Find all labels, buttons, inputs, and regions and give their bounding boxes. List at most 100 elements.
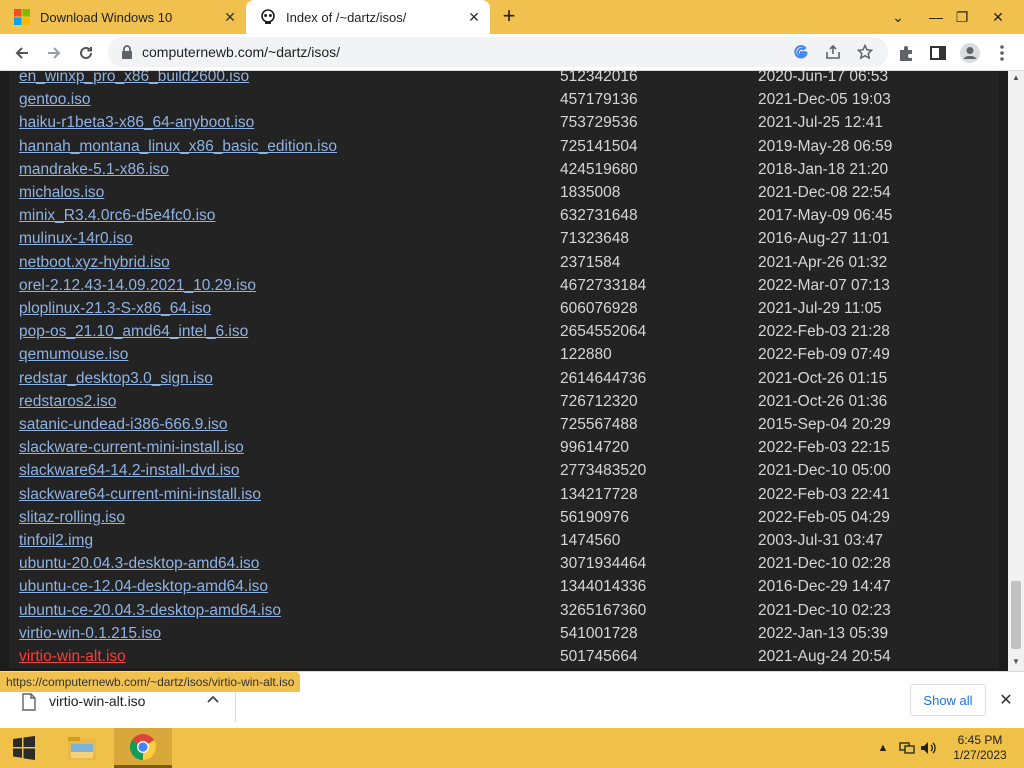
file-link[interactable]: qemumouse.iso bbox=[19, 346, 128, 364]
file-listing: en_winxp_pro_x86_build2600.iso 512342016 2… bbox=[9, 71, 999, 668]
file-date: 2021-Oct-26 01:36 bbox=[758, 392, 888, 410]
file-date: 2021-Aug-24 20:54 bbox=[758, 648, 891, 665]
scrollbar-thumb[interactable] bbox=[1011, 581, 1021, 649]
file-size: 3071934464 bbox=[560, 555, 647, 573]
chrome-taskbar-button[interactable] bbox=[114, 728, 172, 768]
address-bar[interactable]: computernewb.com/~dartz/isos/ bbox=[108, 37, 888, 67]
file-size: 606076928 bbox=[560, 300, 638, 317]
menu-button[interactable] bbox=[988, 39, 1016, 67]
close-tab-icon[interactable]: ✕ bbox=[220, 7, 240, 27]
file-link[interactable]: ubuntu-ce-12.04-desktop-amd64.iso bbox=[19, 578, 268, 596]
file-link[interactable]: hannah_montana_linux_x86_basic_edition.i… bbox=[19, 138, 337, 156]
file-size: 2654552064 bbox=[560, 323, 647, 341]
start-button[interactable] bbox=[0, 728, 48, 768]
file-size: 1474560 bbox=[560, 532, 621, 549]
file-link[interactable]: ubuntu-20.04.3-desktop-amd64.iso bbox=[19, 555, 259, 573]
back-button[interactable] bbox=[8, 39, 36, 67]
listing-row: ubuntu-ce-20.04.3-desktop-amd64.iso 32651… bbox=[9, 602, 999, 625]
file-link[interactable]: ubuntu-ce-20.04.3-desktop-amd64.iso bbox=[19, 602, 281, 620]
tab-title: Download Windows 10 bbox=[40, 9, 173, 25]
listing-row: netboot.xyz-hybrid.iso 2371584 2021-Apr-26… bbox=[9, 254, 999, 277]
file-size: 512342016 bbox=[560, 71, 638, 85]
file-size: 541001728 bbox=[560, 624, 638, 642]
file-link[interactable]: slackware64-14.2-install-dvd.iso bbox=[19, 462, 240, 480]
file-link[interactable]: virtio-win-0.1.215.iso bbox=[19, 625, 161, 643]
side-panel-button[interactable] bbox=[924, 39, 952, 67]
listing-row: ploplinux-21.3-S-x86_64.iso 606076928 2021… bbox=[9, 300, 999, 323]
scroll-up-arrow-icon[interactable]: ▲ bbox=[1008, 71, 1024, 85]
reload-icon bbox=[80, 46, 92, 59]
lock-icon[interactable] bbox=[120, 44, 134, 60]
file-link[interactable]: minix_R3.4.0rc6-d5e4fc0.iso bbox=[19, 207, 215, 225]
file-link[interactable]: haiku-r1beta3-x86_64-anyboot.iso bbox=[19, 114, 254, 132]
file-date: 2021-Dec-05 19:03 bbox=[758, 91, 891, 109]
file-link[interactable]: ploplinux-21.3-S-x86_64.iso bbox=[19, 300, 211, 318]
file-size: 99614720 bbox=[560, 439, 629, 457]
show-all-downloads-button[interactable]: Show all bbox=[910, 684, 986, 716]
google-lens-icon[interactable] bbox=[790, 41, 812, 63]
file-link[interactable]: orel-2.12.43-14.09.2021_10.29.iso bbox=[19, 277, 256, 295]
url-text[interactable]: computernewb.com/~dartz/isos/ bbox=[142, 44, 340, 60]
file-link[interactable]: gentoo.iso bbox=[19, 91, 91, 109]
tab-index-of-isos[interactable]: Index of /~dartz/isos/ ✕ bbox=[246, 0, 490, 34]
link-status-bubble: https://computernewb.com/~dartz/isos/vir… bbox=[0, 672, 301, 692]
download-filename: virtio-win-alt.iso bbox=[49, 693, 146, 709]
file-link[interactable]: pop-os_21.10_amd64_intel_6.iso bbox=[19, 323, 248, 341]
network-icon[interactable] bbox=[898, 738, 916, 758]
profile-button[interactable] bbox=[956, 39, 984, 67]
file-date: 2022-Feb-03 22:15 bbox=[758, 439, 890, 457]
close-window-button[interactable]: ✕ bbox=[980, 0, 1016, 34]
file-link[interactable]: slitaz-rolling.iso bbox=[19, 509, 125, 527]
listing-row: en_winxp_pro_x86_build2600.iso 512342016 2… bbox=[9, 71, 999, 91]
chevron-up-icon[interactable] bbox=[204, 690, 222, 708]
new-tab-button[interactable]: + bbox=[496, 4, 522, 30]
restore-button[interactable]: ❐ bbox=[944, 0, 980, 34]
file-size: 632731648 bbox=[560, 207, 638, 225]
file-explorer-button[interactable] bbox=[58, 728, 106, 768]
arrow-left-icon bbox=[15, 47, 28, 59]
file-link[interactable]: slackware-current-mini-install.iso bbox=[19, 439, 244, 457]
listing-row: orel-2.12.43-14.09.2021_10.29.iso 4672733… bbox=[9, 277, 999, 300]
file-link[interactable]: redstar_desktop3.0_sign.iso bbox=[19, 370, 213, 388]
clock-time: 6:45 PM bbox=[957, 733, 1003, 747]
file-size: 725567488 bbox=[560, 416, 638, 433]
file-link[interactable]: redstaros2.iso bbox=[19, 393, 116, 411]
tab-search-chevron-icon[interactable]: ⌄ bbox=[880, 0, 916, 34]
reload-button[interactable] bbox=[72, 39, 100, 67]
browser-toolbar: computernewb.com/~dartz/isos/ bbox=[0, 34, 1024, 71]
file-link[interactable]: virtio-win-alt.iso bbox=[19, 648, 126, 666]
file-size: 1835008 bbox=[560, 184, 621, 201]
puzzle-icon bbox=[900, 46, 912, 61]
page-scrollbar[interactable]: ▲ ▼ bbox=[1008, 71, 1024, 671]
file-date: 2019-May-28 06:59 bbox=[758, 137, 893, 155]
file-link[interactable]: mulinux-14r0.iso bbox=[19, 230, 133, 248]
close-download-shelf-icon[interactable]: ✕ bbox=[996, 690, 1016, 710]
scroll-down-arrow-icon[interactable]: ▼ bbox=[1008, 655, 1024, 669]
file-link[interactable]: satanic-undead-i386-666.9.iso bbox=[19, 416, 228, 434]
file-link[interactable]: mandrake-5.1-x86.iso bbox=[19, 161, 169, 179]
file-date: 2021-Dec-10 02:28 bbox=[758, 555, 891, 573]
listing-row: hannah_montana_linux_x86_basic_edition.i… bbox=[9, 138, 999, 161]
file-link[interactable]: tinfoil2.img bbox=[19, 532, 93, 550]
extensions-button[interactable] bbox=[892, 39, 920, 67]
listing-row: tinfoil2.img 1474560 2003-Jul-31 03:47 bbox=[9, 532, 999, 555]
file-link[interactable]: slackware64-current-mini-install.iso bbox=[19, 486, 261, 504]
bookmark-star-icon[interactable] bbox=[854, 41, 876, 63]
show-hidden-icons-chevron-icon[interactable]: ▲ bbox=[874, 738, 892, 758]
file-link[interactable]: netboot.xyz-hybrid.iso bbox=[19, 254, 170, 272]
file-size: 2614644736 bbox=[560, 369, 647, 387]
file-link[interactable]: en_winxp_pro_x86_build2600.iso bbox=[19, 71, 249, 86]
taskbar-clock[interactable]: 6:45 PM 1/27/2023 bbox=[946, 733, 1014, 763]
skull-icon bbox=[261, 9, 275, 24]
close-tab-icon[interactable]: ✕ bbox=[464, 7, 484, 27]
file-link[interactable]: michalos.iso bbox=[19, 184, 104, 202]
file-date: 2003-Jul-31 03:47 bbox=[758, 532, 883, 549]
share-icon[interactable] bbox=[822, 41, 844, 63]
volume-icon[interactable] bbox=[920, 738, 938, 758]
file-date: 2022-Feb-09 07:49 bbox=[758, 346, 890, 364]
forward-button[interactable] bbox=[40, 39, 68, 67]
file-date: 2016-Aug-27 11:01 bbox=[758, 230, 890, 248]
file-date: 2021-Oct-26 01:15 bbox=[758, 369, 888, 387]
file-date: 2021-Dec-08 22:54 bbox=[758, 184, 891, 201]
tab-download-windows-10[interactable]: Download Windows 10 ✕ bbox=[0, 0, 246, 34]
